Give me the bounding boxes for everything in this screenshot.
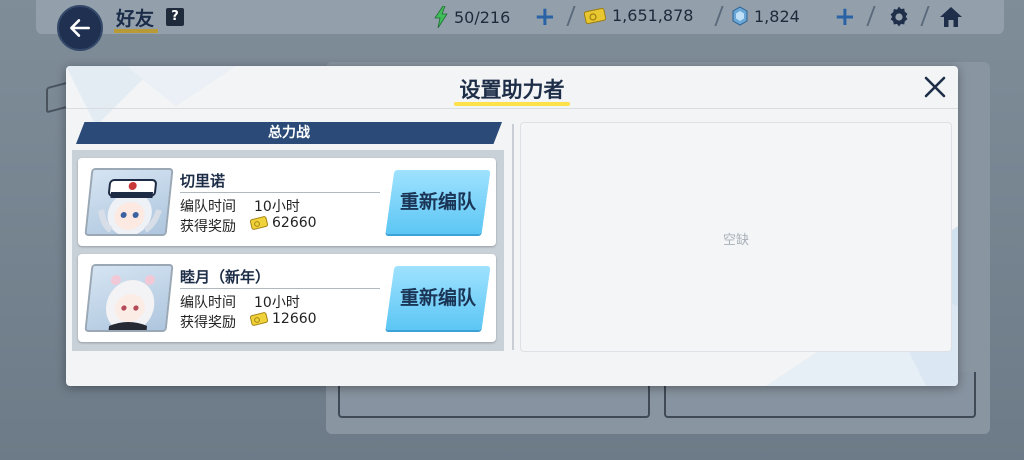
reward: 62660 bbox=[250, 215, 317, 231]
reform-button-label: 重新编队 bbox=[399, 191, 476, 213]
character-name: 切里诺 bbox=[180, 172, 226, 190]
credit-ticket-icon bbox=[250, 312, 268, 326]
character-portrait bbox=[84, 168, 174, 236]
empty-slot-label: 空缺 bbox=[722, 233, 749, 248]
modal-title-underline bbox=[454, 102, 570, 106]
modal-title: 设置助力者 bbox=[459, 78, 565, 102]
reward-value: 62660 bbox=[272, 215, 317, 231]
page-title: 好友 bbox=[116, 8, 155, 30]
lightning-icon bbox=[434, 6, 448, 28]
character-name: 睦月（新年） bbox=[180, 268, 271, 286]
assist-card: 睦月（新年） 编队时间 10小时 获得奖励 12660 重新编队 bbox=[78, 254, 496, 342]
time-value: 10小时 bbox=[254, 199, 300, 215]
empty-assist-slot[interactable]: 空缺 bbox=[520, 122, 952, 352]
question-icon[interactable]: ? bbox=[166, 8, 184, 26]
header-divider bbox=[66, 108, 958, 109]
ap-value: 50/216 bbox=[454, 7, 511, 27]
reward: 12660 bbox=[250, 311, 317, 327]
gem-value: 1,824 bbox=[754, 6, 800, 26]
assist-list: 切里诺 编队时间 10小时 获得奖励 62660 重新编队 睦月（新年） 编队时… bbox=[72, 150, 504, 351]
assist-card: 切里诺 编队时间 10小时 获得奖励 62660 重新编队 bbox=[78, 158, 496, 246]
card-divider bbox=[180, 288, 380, 289]
add-gem-button[interactable]: + bbox=[834, 2, 856, 32]
reward-label: 获得奖励 bbox=[180, 315, 236, 331]
close-icon[interactable] bbox=[922, 74, 948, 100]
column-divider bbox=[512, 124, 514, 350]
time-label: 编队时间 bbox=[180, 199, 236, 215]
arrow-left-icon bbox=[70, 19, 90, 37]
reward-value: 12660 bbox=[272, 311, 317, 327]
time-label: 编队时间 bbox=[180, 295, 236, 311]
credit-ticket-icon bbox=[250, 216, 268, 230]
reward-label: 获得奖励 bbox=[180, 219, 236, 235]
credit-ticket-icon bbox=[584, 7, 606, 24]
ap-counter: 50/216 bbox=[434, 6, 510, 28]
reform-button[interactable]: 重新编队 bbox=[385, 170, 491, 234]
add-ap-button[interactable]: + bbox=[534, 2, 556, 32]
gear-icon[interactable] bbox=[887, 5, 911, 29]
character-portrait bbox=[84, 264, 174, 332]
reform-button-label: 重新编队 bbox=[399, 287, 476, 309]
title-underline bbox=[114, 29, 158, 33]
time-value: 10小时 bbox=[254, 295, 300, 311]
home-icon[interactable] bbox=[939, 5, 963, 29]
reform-button[interactable]: 重新编队 bbox=[385, 266, 491, 330]
credit-value: 1,651,878 bbox=[612, 6, 694, 25]
card-divider bbox=[180, 192, 380, 193]
credit-counter: 1,651,878 bbox=[584, 6, 693, 25]
back-button[interactable] bbox=[57, 5, 103, 51]
pyroxene-gem-icon bbox=[732, 6, 748, 26]
section-header: 总力战 bbox=[76, 122, 502, 144]
gem-counter: 1,824 bbox=[732, 6, 800, 26]
set-assist-modal: 设置助力者 总力战 切里诺 编队时间 10小时 获得奖励 62660 重新编队 … bbox=[66, 66, 958, 386]
